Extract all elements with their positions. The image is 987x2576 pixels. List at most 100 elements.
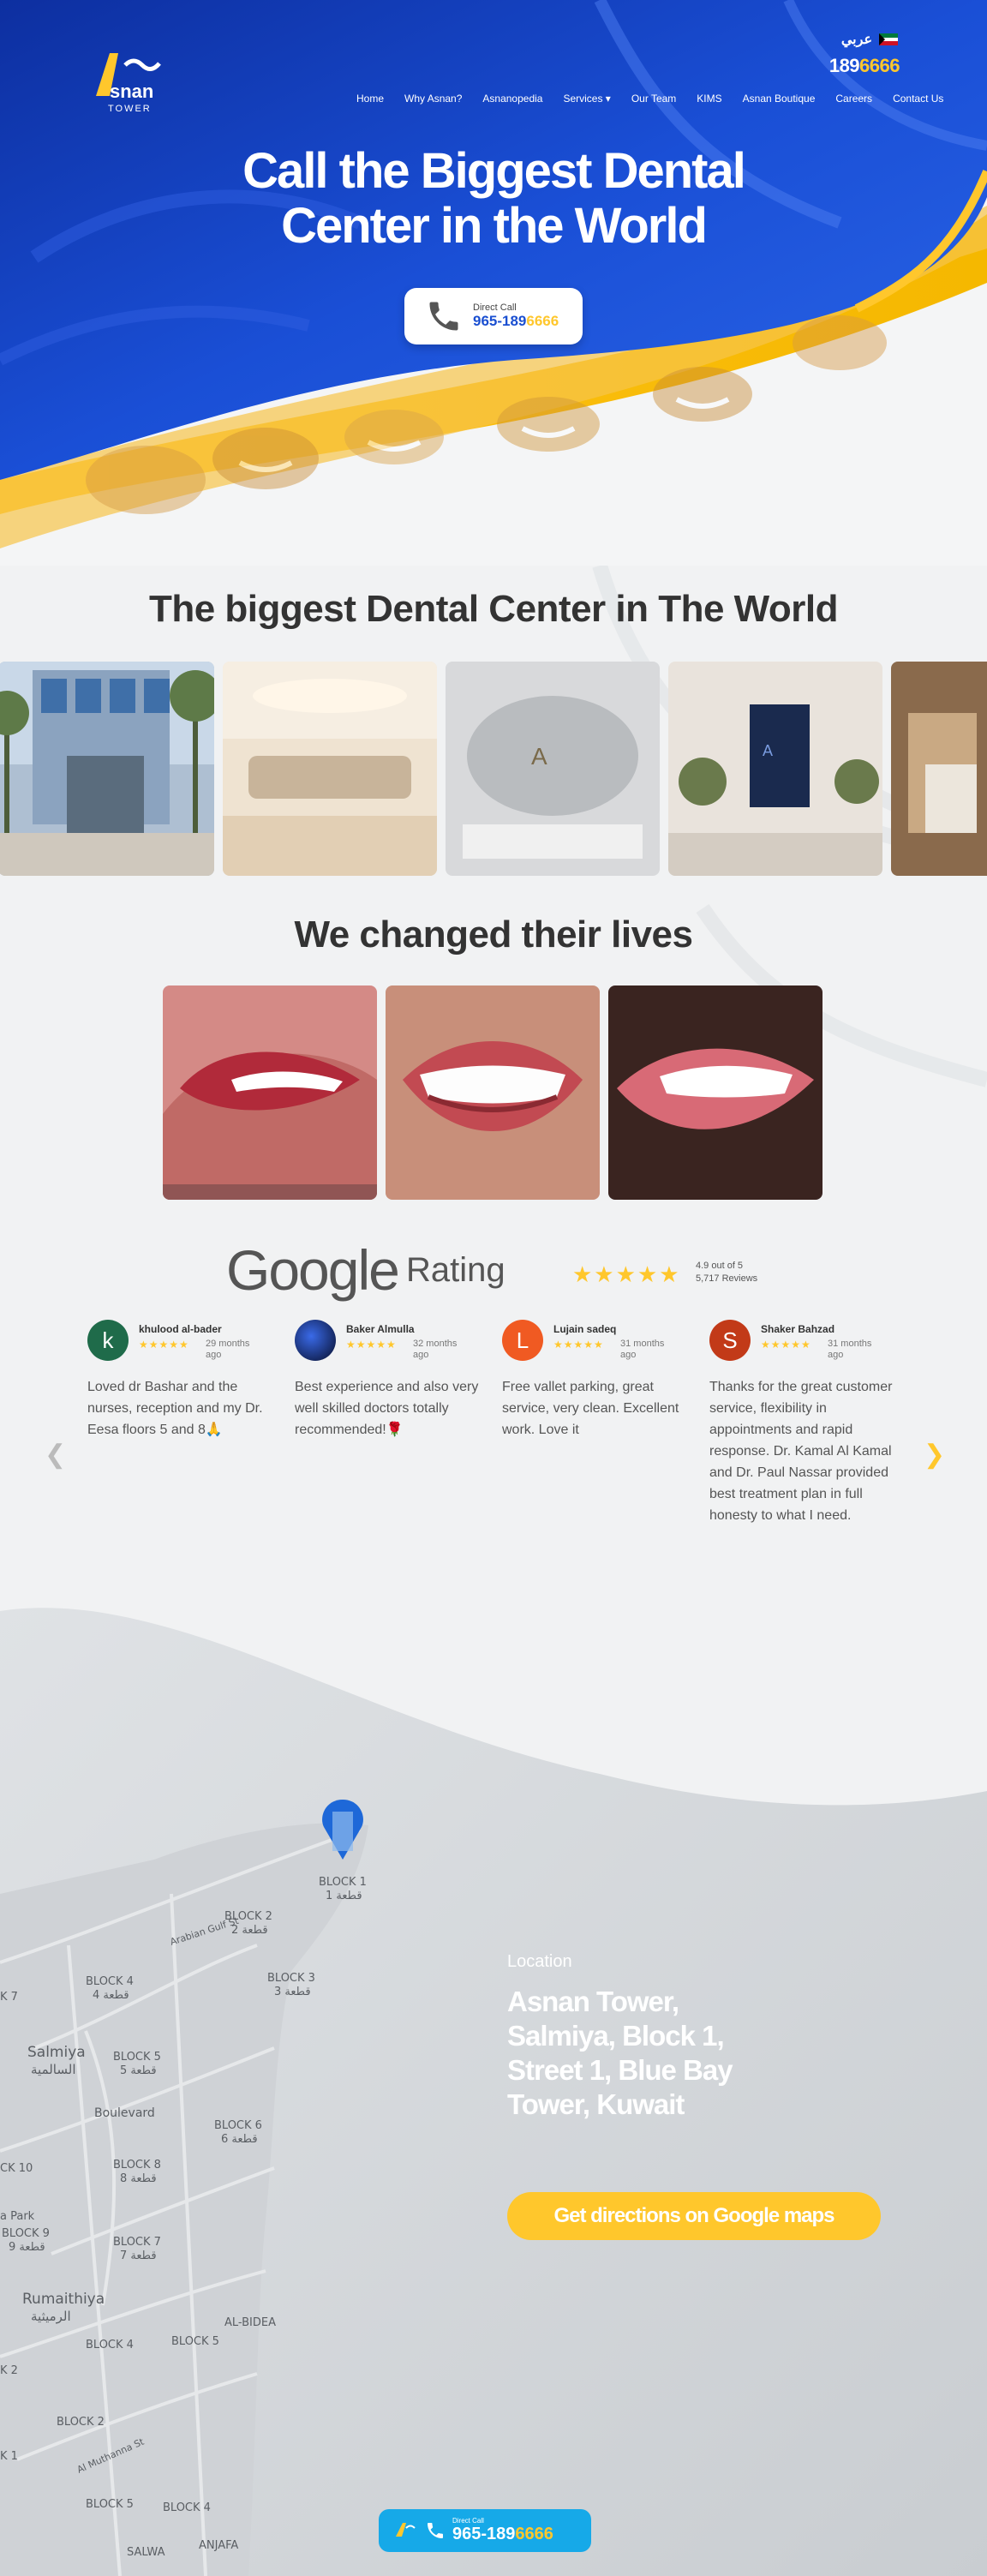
atrium-photo: A [668,662,882,876]
review-age: 31 months ago [828,1339,872,1360]
svg-text:A: A [763,742,773,759]
result-image-1[interactable] [163,985,377,1200]
map-label: Salmiya [27,2044,86,2061]
map-label: BLOCK 1 [319,1876,367,1889]
reviewer-name: khulood al-bader [139,1323,222,1335]
avatar [295,1320,336,1361]
smile-photo [386,985,600,1200]
review-age: 29 months ago [206,1339,250,1360]
map-label: Rumaithiya [22,2291,105,2308]
map-label: BLOCK 7 [113,2236,161,2249]
gallery-image-atrium[interactable]: A [668,662,882,876]
map-label: قطعة 9 [9,2241,45,2254]
map-label: K 2 [0,2364,18,2377]
map-label: BLOCK 9 [2,2227,50,2240]
map-label: K 7 [0,1991,18,2004]
location-address: Asnan Tower, Salmiya, Block 1, Street 1,… [507,1986,733,2120]
nav-contact-us[interactable]: Contact Us [882,93,954,105]
language-label: عربي [840,33,872,47]
nav-why-asnan[interactable]: Why Asnan? [394,93,472,105]
google-brand: Google [226,1238,400,1302]
map-label: BLOCK 2 [57,2416,105,2429]
map-label: ANJAFA [199,2539,238,2552]
gallery-carousel[interactable]: A A [0,662,987,876]
reception-photo: A [446,662,660,876]
result-image-2[interactable] [386,985,600,1200]
map-label: BLOCK 5 [86,2498,134,2511]
reviewer-name: Shaker Bahzad [761,1323,835,1335]
header-phone[interactable]: 1896666 [829,55,900,77]
nav-careers[interactable]: Careers [825,93,882,105]
gallery-image-lounge[interactable] [223,662,437,876]
review-stars-icon: ★★★★★ [346,1339,397,1351]
map-label: BLOCK 4 [163,2501,211,2514]
kuwait-flag-icon [879,33,898,46]
main-nav: Home Why Asnan? Asnanopedia Services ▾ O… [346,93,954,105]
asnan-mini-logo-icon [396,2523,416,2537]
result-image-3[interactable] [608,985,822,1200]
phone-icon [428,2523,443,2538]
map-label: قطعة 5 [120,2064,157,2077]
asnan-logo[interactable]: snan TOWER [84,48,180,117]
dental-chair-photo [891,662,987,876]
map-label: SALWA [127,2546,165,2559]
review-stars-icon: ★★★★★ [553,1339,604,1351]
get-directions-button[interactable]: Get directions on Google maps [507,2192,881,2240]
floating-call-prefix: 965-189 [452,2525,516,2543]
review-stars-icon: ★★★★★ [761,1339,811,1351]
phone-icon [429,302,458,331]
nav-our-team[interactable]: Our Team [621,93,686,105]
map-label: AL-BIDEA [224,2316,276,2329]
floating-call-number: 965-1896666 [452,2525,553,2544]
nav-kims[interactable]: KIMS [686,93,732,105]
review-age: 31 months ago [620,1339,665,1360]
map-label: Boulevard [94,2106,155,2120]
review-text: Best experience and also very well skill… [295,1380,479,1437]
aggregate-stars-icon: ★★★★★ [572,1261,681,1287]
floating-call-button[interactable]: Direct Call 965-1896666 [379,2509,591,2552]
map-label: قطعة 8 [120,2172,157,2185]
google-wordmark: Google [226,1237,400,1303]
header-phone-suffix: 6666 [859,55,900,76]
svg-text:A: A [531,743,547,770]
nav-services[interactable]: Services ▾ [553,93,620,105]
carousel-next-icon[interactable]: ❯ [924,1440,945,1470]
nav-asnan-boutique[interactable]: Asnan Boutique [733,93,826,105]
location-map[interactable]: BLOCK 1 قطعة 1 BLOCK 2 قطعة 2 BLOCK 3 قط… [0,1603,987,2576]
map-label: قطعة 6 [221,2133,258,2146]
smile-photo [163,985,377,1200]
map-label: قطعة 3 [274,1986,311,1998]
review-stars-icon: ★★★★★ [139,1339,189,1351]
direct-call-suffix: 6666 [526,313,559,329]
gallery-image-chair[interactable] [891,662,987,876]
language-switch[interactable]: عربي [841,31,898,48]
reviewer-name: Lujain sadeq [553,1323,617,1335]
map-label: a Park [0,2210,35,2223]
avatar: k [87,1320,129,1361]
aggregate-score: 4.9 out of 5 [696,1261,744,1271]
avatar: L [502,1320,543,1361]
aggregate-rating: 4.9 out of 5 5,717 Reviews [696,1260,757,1285]
map-label: BLOCK 6 [214,2119,262,2132]
direct-call-label: Direct Call [473,303,517,313]
map-label: قطعة 4 [93,1989,129,2002]
map-label: قطعة 1 [326,1890,362,1902]
map-label: قطعة 7 [120,2250,157,2262]
review-text: Thanks for the great customer service, f… [709,1380,893,1523]
direct-call-button[interactable]: Direct Call 965-1896666 [404,288,583,344]
map-label: BLOCK 3 [267,1972,315,1985]
gallery-image-building[interactable] [0,662,214,876]
review-text: Free vallet parking, great service, very… [502,1380,679,1437]
nav-asnanopedia[interactable]: Asnanopedia [472,93,553,105]
direct-call-prefix: 965-189 [473,313,527,329]
map-label: السالمية [31,2062,76,2077]
header-phone-prefix: 189 [828,55,860,76]
svg-text:TOWER: TOWER [108,104,152,114]
carousel-prev-icon[interactable]: ❮ [45,1440,66,1470]
nav-home[interactable]: Home [346,93,394,105]
gallery-image-reception[interactable]: A [446,662,660,876]
location-label: Location [507,1952,572,1971]
map-label: BLOCK 5 [171,2335,219,2348]
map-label: BLOCK 4 [86,1975,134,1988]
lounge-photo [223,662,437,876]
